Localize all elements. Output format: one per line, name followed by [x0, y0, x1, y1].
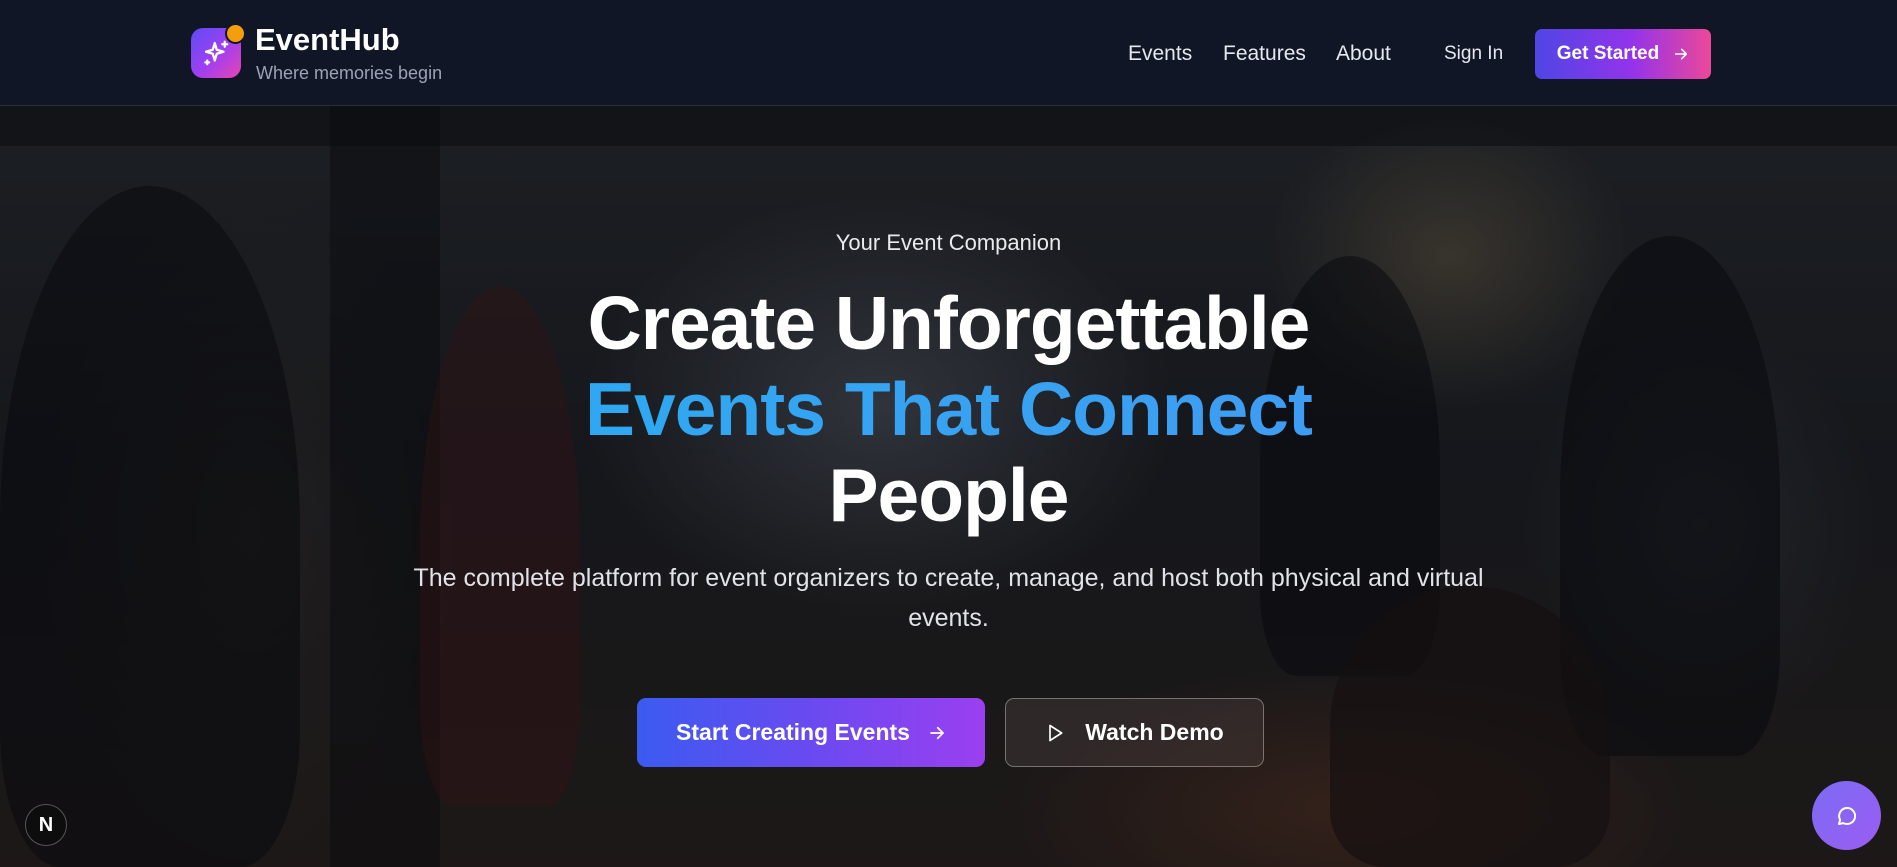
chat-button[interactable] [1812, 781, 1881, 850]
logo-notification-dot [225, 23, 246, 44]
brand-name[interactable]: EventHub [255, 22, 400, 58]
arrow-right-icon [1675, 48, 1688, 60]
get-started-label: Get Started [1556, 43, 1660, 64]
nav-link-features[interactable]: Features [1223, 42, 1306, 66]
play-icon [1049, 724, 1063, 741]
sign-in-link[interactable]: Sign In [1444, 43, 1503, 65]
get-started-button[interactable]: Get Started [1535, 29, 1711, 79]
nav-link-events[interactable]: Events [1128, 42, 1192, 66]
start-creating-events-label: Start Creating Events [676, 719, 910, 745]
watch-demo-label: Watch Demo [1085, 719, 1224, 745]
sparkles-icon [204, 40, 229, 66]
arrow-right-icon [930, 726, 944, 739]
hero-eyebrow: Your Event Companion [835, 230, 1062, 255]
hero-headline-line1: Create Unforgettable [587, 281, 1311, 365]
top-navbar: EventHub Where memories begin Events Fea… [0, 0, 1897, 106]
watch-demo-button[interactable]: Watch Demo [1005, 698, 1264, 767]
brand-tagline: Where memories begin [256, 63, 443, 83]
chat-bubble-icon [1837, 806, 1856, 825]
hero-headline-line2: Events That Connect [0, 366, 1897, 452]
start-creating-events-button[interactable]: Start Creating Events [637, 698, 985, 767]
hero-subtitle: The complete platform for event organize… [413, 564, 1484, 632]
nav-link-about[interactable]: About [1336, 42, 1391, 66]
framework-dev-badge[interactable]: N [25, 804, 67, 846]
framework-badge-letter: N [38, 813, 54, 836]
hero-headline-line3: People [828, 453, 1070, 537]
